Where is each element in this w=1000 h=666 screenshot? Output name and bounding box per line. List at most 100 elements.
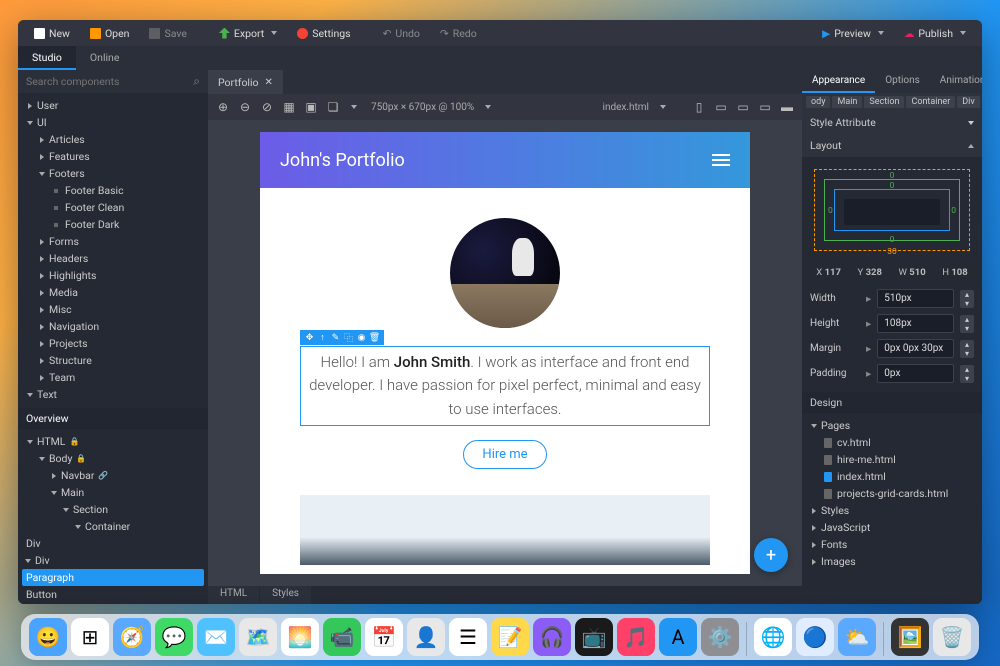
overview-item[interactable]: Container — [18, 518, 208, 535]
overview-item[interactable]: Div — [18, 552, 208, 569]
preview-avatar[interactable] — [450, 218, 560, 328]
move-icon[interactable]: ✥ — [304, 332, 315, 343]
component-item[interactable]: Projects — [18, 335, 208, 352]
device-wide-icon[interactable]: ▬ — [780, 100, 794, 114]
zoom-out-icon[interactable]: ⊖ — [238, 100, 252, 114]
search-icon[interactable]: ⌕ — [193, 74, 200, 89]
dock-app-icon[interactable]: ✉️ — [197, 618, 235, 656]
grid-icon[interactable]: ▦ — [282, 100, 296, 114]
dock-app-icon[interactable]: 🌐 — [754, 618, 792, 656]
component-item[interactable]: Media — [18, 284, 208, 301]
right-tab-appearance[interactable]: Appearance — [802, 70, 875, 93]
delete-icon[interactable]: 🗑 — [369, 332, 380, 343]
dock-app-icon[interactable]: 🎵 — [617, 618, 655, 656]
device-tablet-icon[interactable]: ▭ — [714, 100, 728, 114]
dock-app-icon[interactable]: 📺 — [575, 618, 613, 656]
component-item[interactable]: User — [18, 97, 208, 114]
hide-icon[interactable]: ◉ — [356, 332, 367, 343]
dock-app-icon[interactable]: 😀 — [29, 618, 67, 656]
design-item[interactable]: hire-me.html — [802, 451, 982, 468]
device-desktop-icon[interactable]: ▭ — [758, 100, 772, 114]
preview-image[interactable] — [300, 495, 710, 565]
canvas[interactable]: John's Portfolio ✥ ↑ ✎ ⿻ ◉ � — [208, 120, 802, 586]
component-item[interactable]: Text — [18, 386, 208, 403]
preview-navbar[interactable]: John's Portfolio — [260, 132, 750, 188]
open-button[interactable]: Open — [82, 24, 138, 43]
component-item[interactable]: Footer Clean — [18, 199, 208, 216]
stepper[interactable]: ▴▾ — [960, 365, 974, 383]
dock-app-icon[interactable]: 🗺️ — [239, 618, 277, 656]
preview-button[interactable]: ▶Preview — [814, 24, 892, 43]
fab-add-button[interactable]: + — [754, 538, 788, 572]
design-item[interactable]: Images — [802, 553, 982, 570]
component-item[interactable]: Features — [18, 148, 208, 165]
component-item[interactable]: Team — [18, 369, 208, 386]
dock-app-icon[interactable]: 💬 — [155, 618, 193, 656]
prop-value[interactable]: 510px — [877, 289, 954, 308]
zoom-in-icon[interactable]: ⊕ — [216, 100, 230, 114]
close-icon[interactable]: ✕ — [265, 77, 273, 88]
device-phone-icon[interactable]: ▯ — [692, 100, 706, 114]
undo-button[interactable]: ↶ Undo — [375, 24, 428, 43]
overview-item[interactable]: Navbar🔗 — [18, 467, 208, 484]
publish-button[interactable]: ☁Publish — [896, 24, 974, 43]
component-item[interactable]: Articles — [18, 131, 208, 148]
crumb-item[interactable]: Section — [864, 96, 904, 108]
dock-app-icon[interactable]: ⚙️ — [701, 618, 739, 656]
export-button[interactable]: Export — [211, 24, 285, 43]
right-tab-animation[interactable]: Animation — [930, 70, 982, 93]
crumb-item[interactable]: Main — [832, 96, 862, 108]
layers-icon[interactable]: ❏ — [326, 100, 340, 114]
dock-app-icon[interactable]: ⛅ — [838, 618, 876, 656]
save-button[interactable]: Save — [141, 24, 194, 43]
design-item[interactable]: cv.html — [802, 434, 982, 451]
overview-item[interactable]: Button — [18, 586, 208, 603]
dock-app-icon[interactable]: 👤 — [407, 618, 445, 656]
stepper[interactable]: ▴▾ — [960, 340, 974, 358]
design-item[interactable]: Styles — [802, 502, 982, 519]
stepper[interactable]: ▴▾ — [960, 290, 974, 308]
design-item[interactable]: index.html — [802, 468, 982, 485]
design-item[interactable]: JavaScript — [802, 519, 982, 536]
dock-app-icon[interactable]: A — [659, 618, 697, 656]
bottom-tab-styles[interactable]: Styles — [260, 586, 311, 604]
layout-section-header[interactable]: Layout — [802, 134, 982, 157]
dock-app-icon[interactable]: 🌅 — [281, 618, 319, 656]
box-model[interactable]: 0 30 0 0 0 0 — [810, 165, 974, 255]
hamburger-icon[interactable] — [712, 154, 730, 166]
dock-app-icon[interactable]: ☰ — [449, 618, 487, 656]
overview-item[interactable]: Div — [18, 535, 208, 552]
dock-app-icon[interactable]: 🗑️ — [933, 618, 971, 656]
dock-app-icon[interactable]: 📝 — [491, 618, 529, 656]
doc-tab-portfolio[interactable]: Portfolio✕ — [208, 70, 283, 94]
right-tab-options[interactable]: Options — [875, 70, 930, 93]
stepper[interactable]: ▴▾ — [960, 315, 974, 333]
device-laptop-icon[interactable]: ▭ — [736, 100, 750, 114]
component-item[interactable]: Misc — [18, 301, 208, 318]
component-item[interactable]: Footer Dark — [18, 216, 208, 233]
crumb-item[interactable]: Div — [957, 96, 979, 108]
component-item[interactable]: Headers — [18, 250, 208, 267]
overview-item[interactable]: Section — [18, 603, 208, 604]
prop-value[interactable]: 108px — [877, 314, 954, 333]
overview-item[interactable]: Body🔒 — [18, 450, 208, 467]
style-attribute-dropdown[interactable]: Style Attribute — [802, 111, 982, 134]
component-item[interactable]: Navigation — [18, 318, 208, 335]
component-item[interactable]: Highlights — [18, 267, 208, 284]
component-item[interactable]: Forms — [18, 233, 208, 250]
dock-app-icon[interactable]: ⊞ — [71, 618, 109, 656]
overview-item[interactable]: HTML🔒 — [18, 433, 208, 450]
dock-app-icon[interactable]: 🖼️ — [891, 618, 929, 656]
preview-hire-button[interactable]: Hire me — [463, 440, 546, 469]
component-item[interactable]: Structure — [18, 352, 208, 369]
dock-app-icon[interactable]: 🎧 — [533, 618, 571, 656]
design-item[interactable]: projects-grid-cards.html — [802, 485, 982, 502]
search-input[interactable] — [26, 75, 189, 88]
component-item[interactable]: UI — [18, 114, 208, 131]
left-tab-studio[interactable]: Studio — [18, 46, 76, 70]
design-item[interactable]: Pages — [802, 417, 982, 434]
redo-button[interactable]: ↷ Redo — [432, 24, 485, 43]
arrow-up-icon[interactable]: ↑ — [317, 332, 328, 343]
no-symbol-icon[interactable]: ⊘ — [260, 100, 274, 114]
zoom-info[interactable]: 750px × 670px @ 100% — [371, 102, 474, 113]
